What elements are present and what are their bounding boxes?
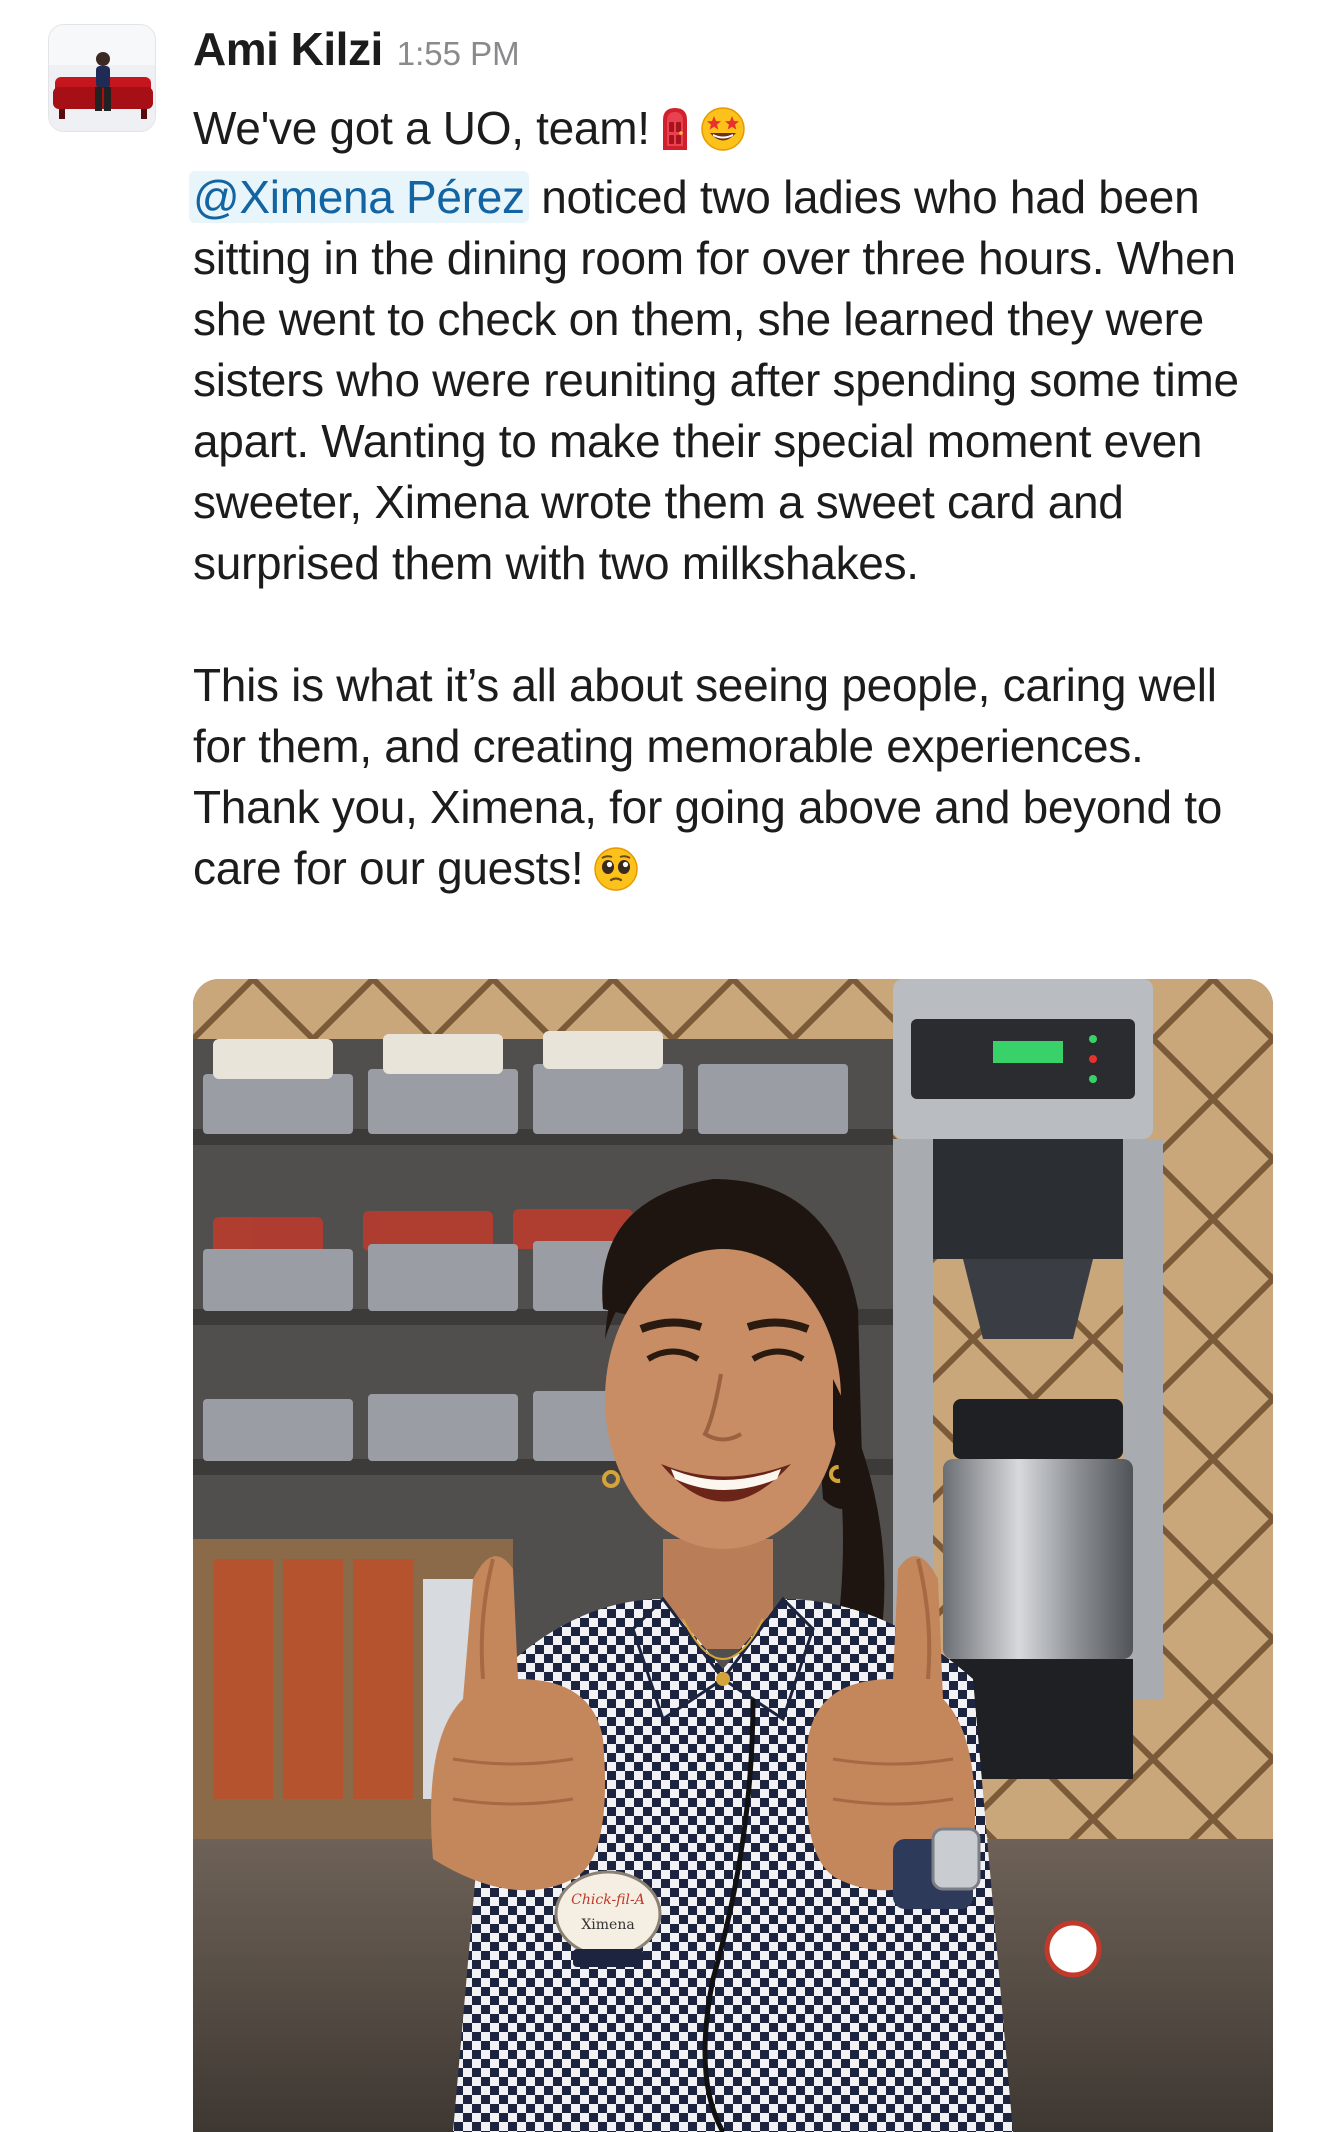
paragraph-1: We've got a UO, team! @Ximena Pérez noti… [189, 98, 1273, 594]
avatar[interactable] [48, 24, 156, 132]
paragraph-2: This is what it’s all about seeing peopl… [193, 655, 1273, 907]
chat-message: Ami Kilzi 1:55 PM We've got a UO, team! [0, 0, 1320, 2132]
timestamp[interactable]: 1:55 PM [397, 35, 520, 73]
paragraph-2-text: This is what it’s all about seeing peopl… [193, 659, 1222, 894]
employee-thumbs-up-photo: Chick-fil-A Ximena [193, 979, 1273, 2132]
paragraph-1-text: noticed two ladies who had been sitting … [193, 171, 1239, 589]
message-body: We've got a UO, team! @Ximena Pérez noti… [189, 98, 1273, 907]
star-struck-emoji-icon [700, 106, 746, 167]
user-mention[interactable]: @Ximena Pérez [189, 171, 529, 223]
badge-name-text: Ximena [581, 1917, 634, 1933]
avatar-image [49, 25, 155, 131]
sender-name[interactable]: Ami Kilzi [193, 22, 383, 76]
door-emoji-icon [660, 106, 690, 167]
greeting-line: We've got a UO, team! [193, 102, 650, 154]
svg-text:Chick-fil-A: Chick-fil-A [571, 1892, 645, 1908]
attached-photo[interactable]: Chick-fil-A Ximena [193, 979, 1273, 2132]
pleading-face-emoji-icon [593, 846, 639, 907]
message-header: Ami Kilzi 1:55 PM [193, 22, 520, 86]
